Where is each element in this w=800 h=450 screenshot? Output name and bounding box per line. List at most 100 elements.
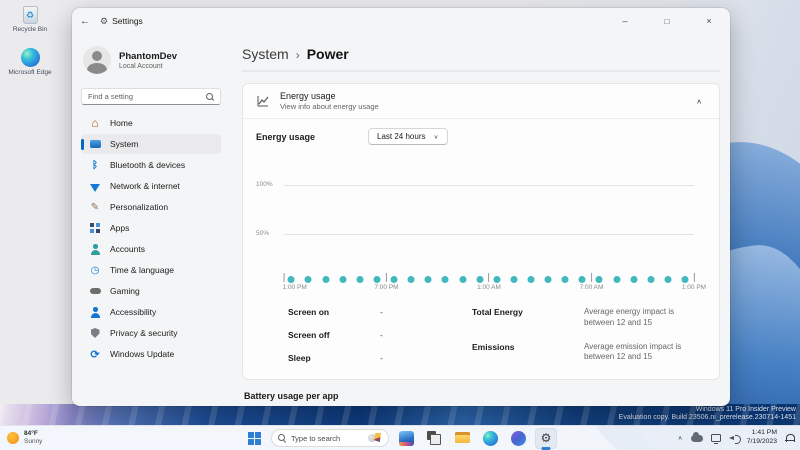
x-axis-label: 7:00 AM	[579, 284, 604, 291]
notification-bell-icon[interactable]	[785, 433, 795, 443]
sidebar-item-system[interactable]: System	[81, 134, 221, 154]
minimize-button[interactable]: –	[604, 8, 646, 34]
apps-icon	[89, 222, 101, 234]
chevron-down-icon: ∨	[433, 134, 439, 140]
close-button[interactable]: ×	[688, 8, 730, 34]
breadcrumb: System › Power	[242, 46, 720, 62]
file-explorer-button[interactable]	[451, 428, 473, 449]
energy-usage-label: Energy usage	[256, 131, 316, 142]
avatar	[83, 46, 111, 74]
settings-window: ← ⚙ Settings – □ × PhantomDev Local Acco…	[72, 8, 730, 406]
tick-mark	[488, 273, 490, 282]
volume-icon[interactable]	[728, 434, 741, 444]
settings-app-icon: ⚙	[100, 15, 109, 26]
maximize-button[interactable]: □	[646, 8, 688, 34]
taskbar-search[interactable]: Type to search	[271, 429, 389, 447]
weather-widget[interactable]: 84°F Sunny	[7, 430, 42, 446]
dev-home-button[interactable]	[395, 428, 417, 449]
sidebar-item-network-internet[interactable]: Network & internet	[81, 176, 221, 196]
x-axis-label: 7:00 PM	[374, 284, 399, 291]
edge-button[interactable]	[479, 428, 501, 449]
sidebar-item-label: Home	[110, 118, 133, 128]
data-point	[561, 276, 569, 283]
stat-value: -	[380, 307, 383, 317]
search-icon	[206, 92, 214, 101]
stat-label: Emissions	[472, 341, 515, 352]
titlebar[interactable]: ← ⚙ Settings – □ ×	[72, 8, 730, 34]
user-account[interactable]: PhantomDev Local Account	[81, 42, 221, 78]
sidebar-item-accessibility[interactable]: Accessibility	[81, 302, 221, 322]
sidebar-item-home[interactable]: Home	[81, 113, 221, 133]
sidebar-item-windows-update[interactable]: Windows Update	[81, 344, 221, 364]
breadcrumb-system[interactable]: System	[242, 46, 289, 62]
data-point	[527, 276, 535, 283]
settings-taskbar-button[interactable]: ⚙	[535, 427, 557, 450]
task-view-button[interactable]	[423, 428, 445, 449]
data-point	[304, 276, 312, 283]
chart-plot-area: 1:00 PM 7:00 PM 1:00 AM 7:00 AM 1:00 PM	[282, 149, 706, 301]
back-button[interactable]: ←	[72, 16, 98, 27]
data-point	[630, 276, 638, 283]
accessibility-icon	[89, 306, 101, 318]
stat-label: Total Energy	[472, 307, 523, 317]
taskbar-search-placeholder: Type to search	[291, 433, 341, 443]
sidebar-item-gaming[interactable]: Gaming	[81, 281, 221, 301]
find-a-setting-search[interactable]	[81, 88, 221, 105]
desktop-icon-recycle-bin[interactable]: ♻ Recycle Bin	[2, 6, 58, 34]
bluetooth-icon	[89, 159, 101, 171]
sidebar-item-accounts[interactable]: Accounts	[81, 239, 221, 259]
sidebar-item-personalization[interactable]: Personalization	[81, 197, 221, 217]
x-axis-label: 1:00 PM	[282, 284, 307, 291]
stat-description: Average emission impact is between 12 an…	[584, 341, 682, 362]
tick-mark	[386, 273, 387, 282]
stat-row-sleep: Sleep -	[288, 353, 472, 363]
sidebar-item-apps[interactable]: Apps	[81, 218, 221, 238]
sidebar-item-privacy-security[interactable]: Privacy & security	[81, 323, 221, 343]
weather-temp: 84°F	[24, 430, 38, 438]
chevron-up-icon[interactable]: ∧	[692, 96, 706, 106]
sidebar-item-label: Apps	[110, 223, 130, 233]
system-icon	[89, 138, 101, 150]
sidebar-item-label: Personalization	[110, 202, 169, 212]
sidebar-item-label: Gaming	[110, 286, 140, 296]
personalization-icon	[89, 201, 101, 213]
energy-card-header[interactable]: Energy usage View info about energy usag…	[243, 84, 719, 118]
x-axis-label: 1:00 AM	[477, 284, 501, 291]
window-title: Settings	[112, 16, 143, 26]
sidebar-item-time-language[interactable]: Time & language	[81, 260, 221, 280]
sidebar-item-label: Privacy & security	[110, 328, 178, 338]
search-icon	[278, 434, 286, 442]
copilot-icon	[510, 430, 526, 446]
sidebar-item-label: Network & internet	[110, 181, 180, 191]
time-range-dropdown[interactable]: Last 24 hours ∨	[368, 128, 448, 145]
desktop-icons: ♻ Recycle Bin Microsoft Edge	[2, 6, 58, 77]
copilot-button[interactable]	[507, 428, 529, 449]
system-tray: ∧ 1:41 PM 7/19/2023	[678, 429, 795, 447]
desktop-icon-edge[interactable]: Microsoft Edge	[2, 47, 58, 77]
desktop-icon-label: Microsoft Edge	[8, 68, 52, 76]
data-point	[373, 276, 381, 283]
recycle-bin-icon: ♻	[22, 6, 38, 24]
start-button[interactable]	[243, 428, 265, 449]
data-point	[441, 276, 449, 283]
data-point	[356, 276, 364, 283]
desktop-icon-label: Recycle Bin	[12, 26, 48, 33]
tick-mark	[693, 273, 695, 282]
taskbar-center: Type to search ⚙	[243, 427, 557, 450]
sidebar-item-bluetooth-devices[interactable]: Bluetooth & devices	[81, 155, 221, 175]
x-axis-label: 1:00 PM	[681, 284, 707, 291]
onedrive-cloud-icon[interactable]	[690, 431, 703, 442]
sidebar-item-label: Windows Update	[110, 349, 175, 359]
tray-clock[interactable]: 1:41 PM 7/19/2023	[747, 429, 777, 447]
find-setting-input[interactable]	[88, 92, 202, 101]
stat-label: Screen off	[288, 330, 330, 340]
user-account-type: Local Account	[119, 62, 163, 70]
sidebar-item-label: Accessibility	[110, 307, 157, 317]
network-icon	[89, 180, 101, 192]
hidden-icons-chevron[interactable]: ∧	[678, 435, 683, 442]
network-icon[interactable]	[710, 434, 721, 444]
stat-row-emissions: Emissions Average emission impact is betw…	[472, 342, 706, 364]
selected-accent-bar	[81, 138, 84, 150]
stat-value: -	[380, 330, 383, 340]
taskbar: 84°F Sunny Type to search ⚙ ∧ 1:41 PM 7/…	[0, 425, 800, 450]
